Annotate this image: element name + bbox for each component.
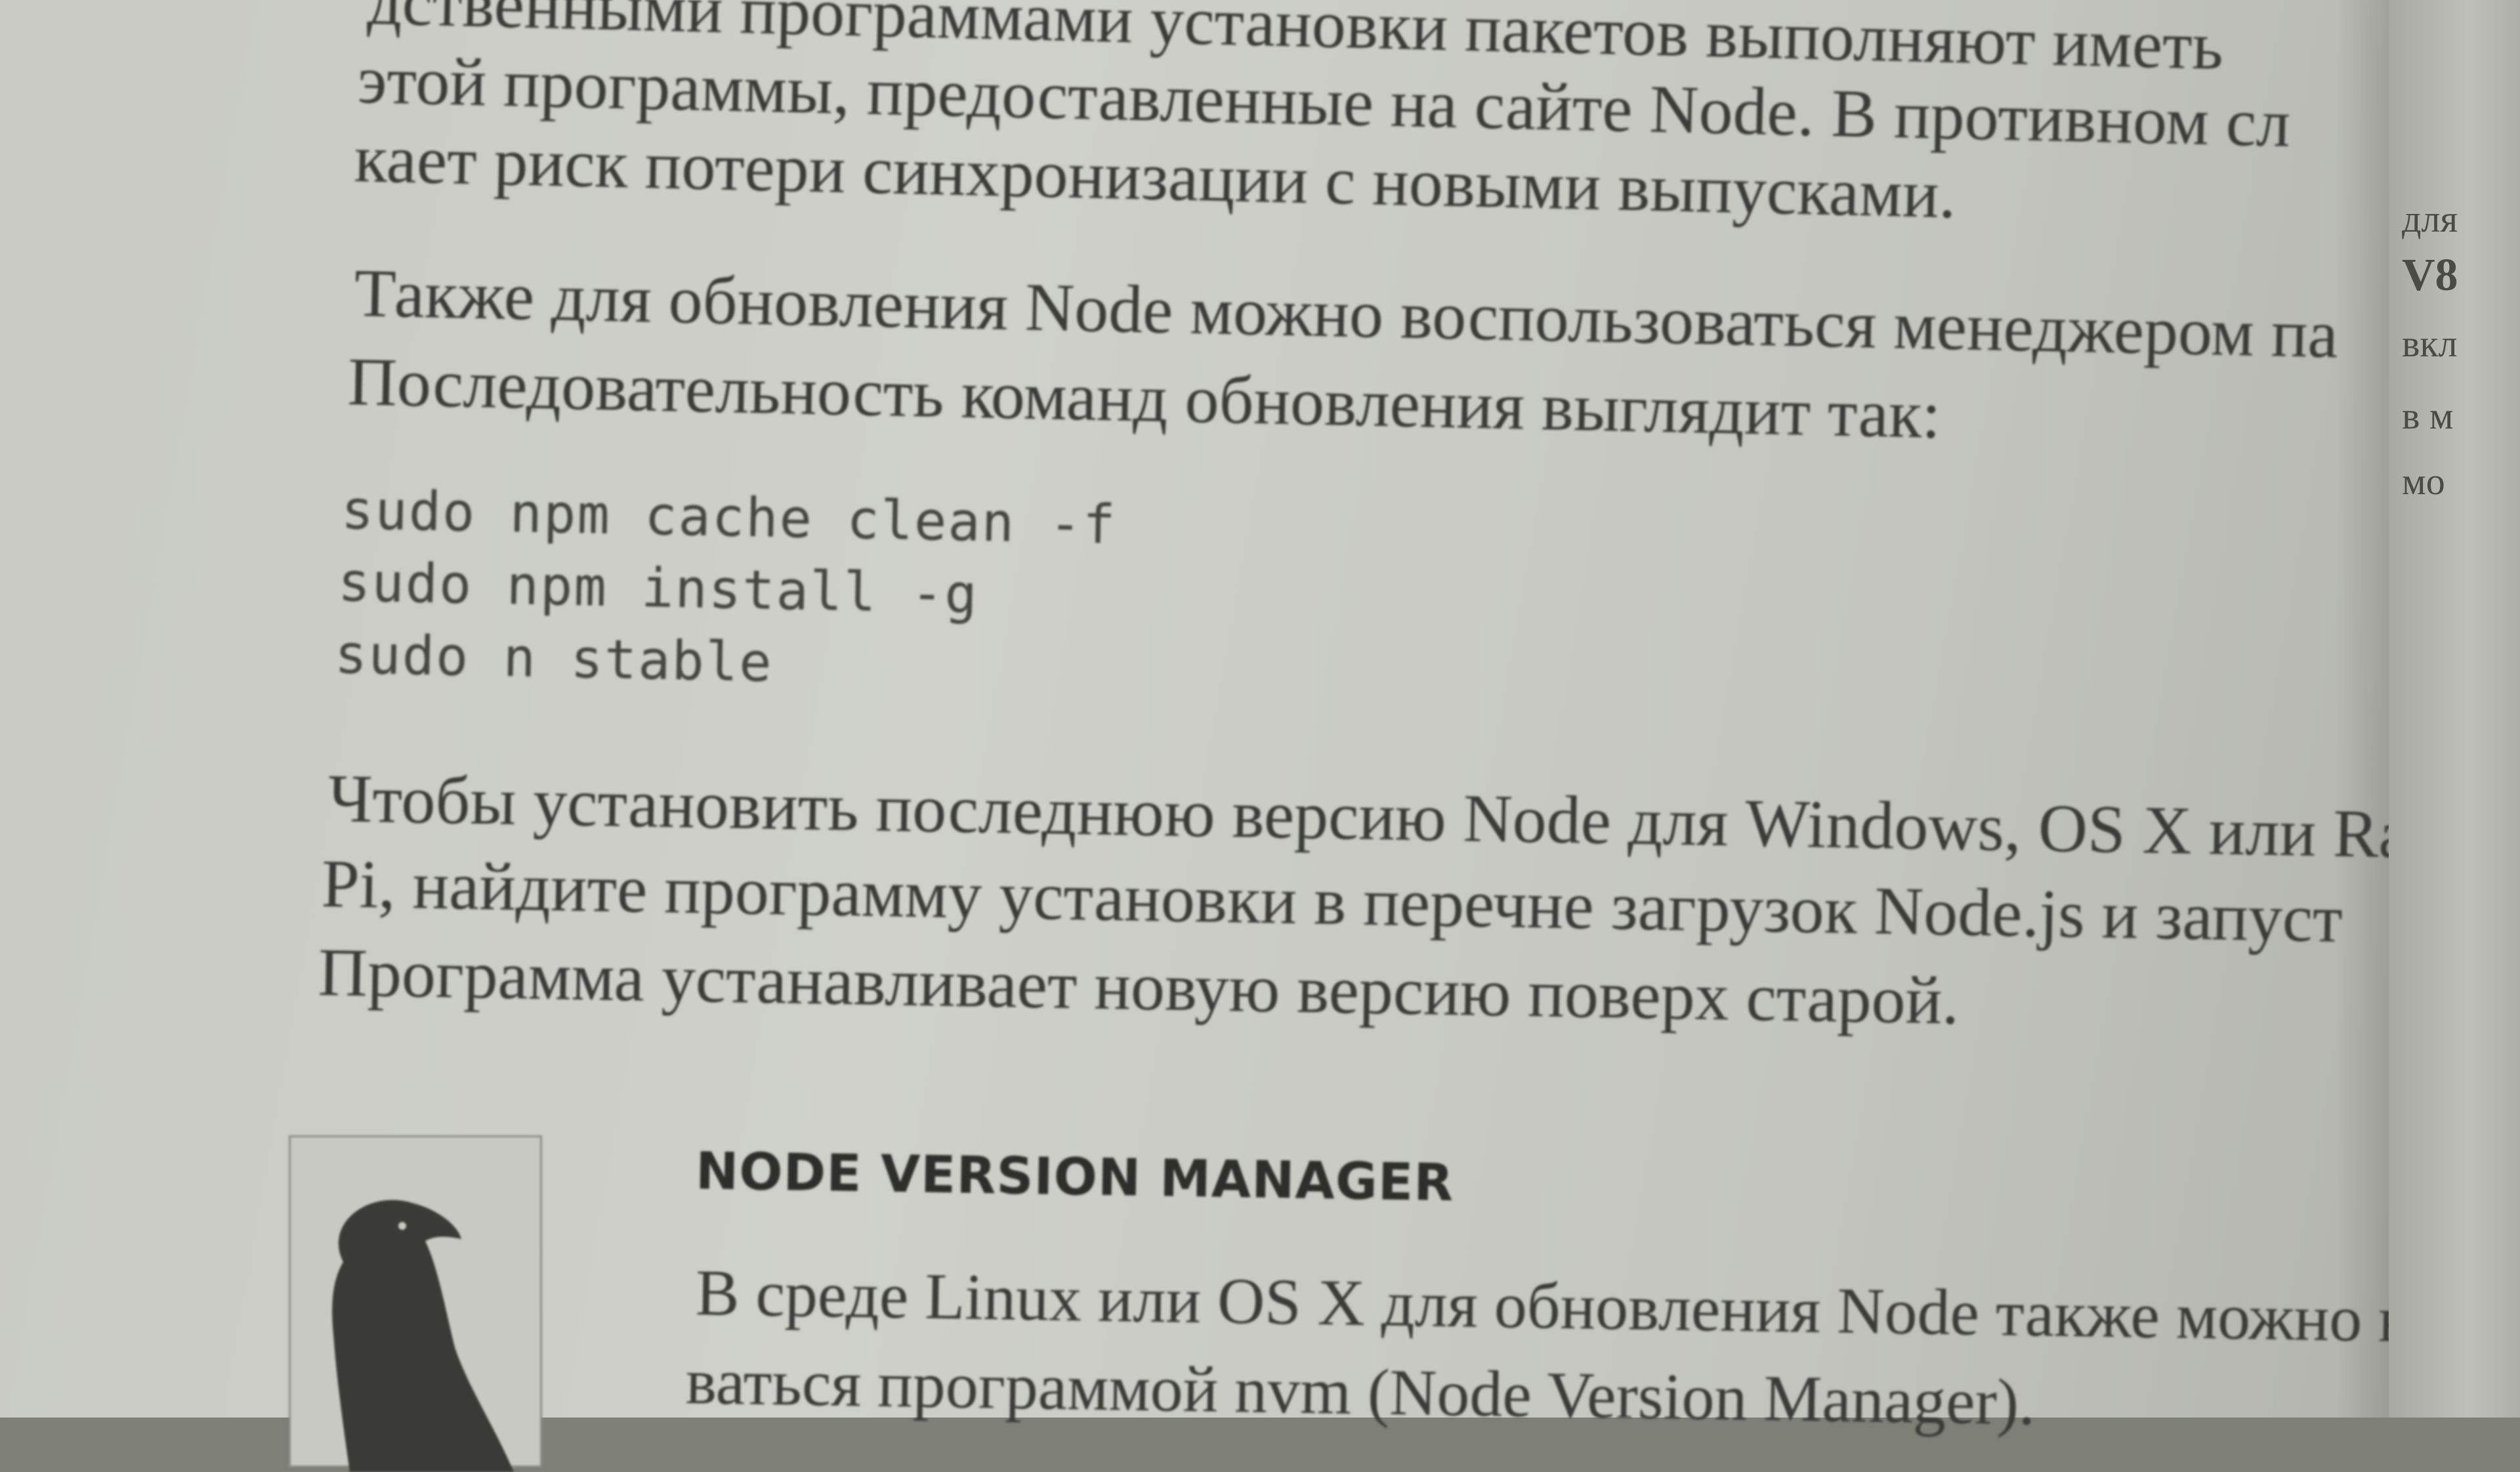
note-line-1: В среде Linux или OS X для обновления No…	[695, 1256, 2473, 1357]
code-line-3: sudo n stable	[334, 623, 774, 694]
note-logo	[289, 1135, 542, 1472]
next-page-fragment-2: V8	[2402, 250, 2458, 301]
page-content: дственными программами установки пакетов…	[0, 0, 2473, 1472]
paragraph-third-line-3: Программа устанавливает новую версию пов…	[318, 935, 1960, 1039]
code-line-2: sudo npm install -g	[337, 551, 979, 626]
note-line-2: ваться программой nvm (Node Version Mana…	[685, 1345, 2036, 1439]
book-page: дственными программами установки пакетов…	[0, 0, 2473, 1472]
crow-icon	[332, 1200, 514, 1472]
paragraph-second-line-2: Последовательность команд обновления выг…	[346, 344, 1942, 453]
next-page-fragment-3: вкл	[2402, 322, 2458, 365]
next-page-fragment-1: для	[2402, 198, 2458, 240]
next-page-fragment-4: в м	[2402, 394, 2454, 437]
note-title: NODE VERSION MANAGER	[695, 1142, 1454, 1213]
code-line-1: sudo npm cache clean -f	[341, 479, 1118, 557]
next-page-fragment-5: мо	[2402, 460, 2445, 503]
next-page-edge: для V8 вкл в м мо	[2389, 0, 2520, 1418]
